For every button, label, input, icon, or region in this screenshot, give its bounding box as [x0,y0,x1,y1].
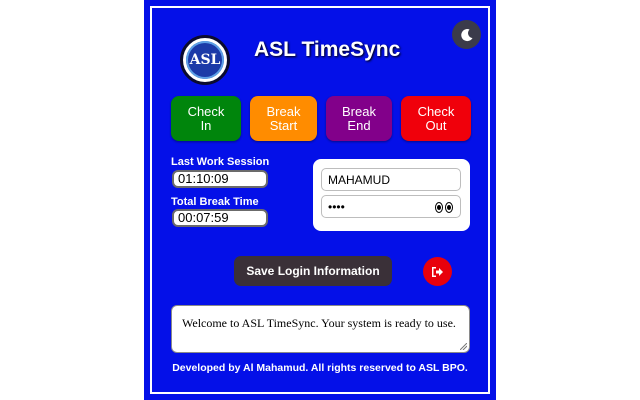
footer-credit: Developed by Al Mahamud. All rights rese… [172,362,468,374]
login-card [313,159,470,231]
check-out-button[interactable]: Check Out [401,96,471,141]
save-login-button[interactable]: Save Login Information [234,256,392,286]
app-title: ASL TimeSync [254,38,401,61]
logout-icon [432,266,443,277]
theme-toggle-button[interactable] [452,20,481,49]
status-message-box[interactable]: Welcome to ASL TimeSync. Your system is … [171,305,470,353]
status-message: Welcome to ASL TimeSync. Your system is … [182,316,456,330]
check-in-button[interactable]: Check In [171,96,241,141]
username-input[interactable] [321,168,461,191]
resize-grip-icon[interactable] [460,343,467,350]
break-end-button[interactable]: Break End [326,96,392,141]
app-panel: ASL ASL TimeSync Check In Break Start Br… [144,0,496,400]
total-break-time-label: Total Break Time [171,196,259,208]
app-logo: ASL [180,35,230,85]
last-work-session-label: Last Work Session [171,156,270,168]
eyes-icon-right [445,201,453,213]
show-password-button[interactable] [433,199,455,215]
logout-button[interactable] [423,257,452,286]
break-start-button[interactable]: Break Start [250,96,317,141]
last-work-session-value: 01:10:09 [172,170,268,188]
total-break-time-value: 00:07:59 [172,209,268,227]
logo-text: ASL [186,41,224,79]
moon-icon [460,28,472,41]
eyes-icon [435,201,443,213]
